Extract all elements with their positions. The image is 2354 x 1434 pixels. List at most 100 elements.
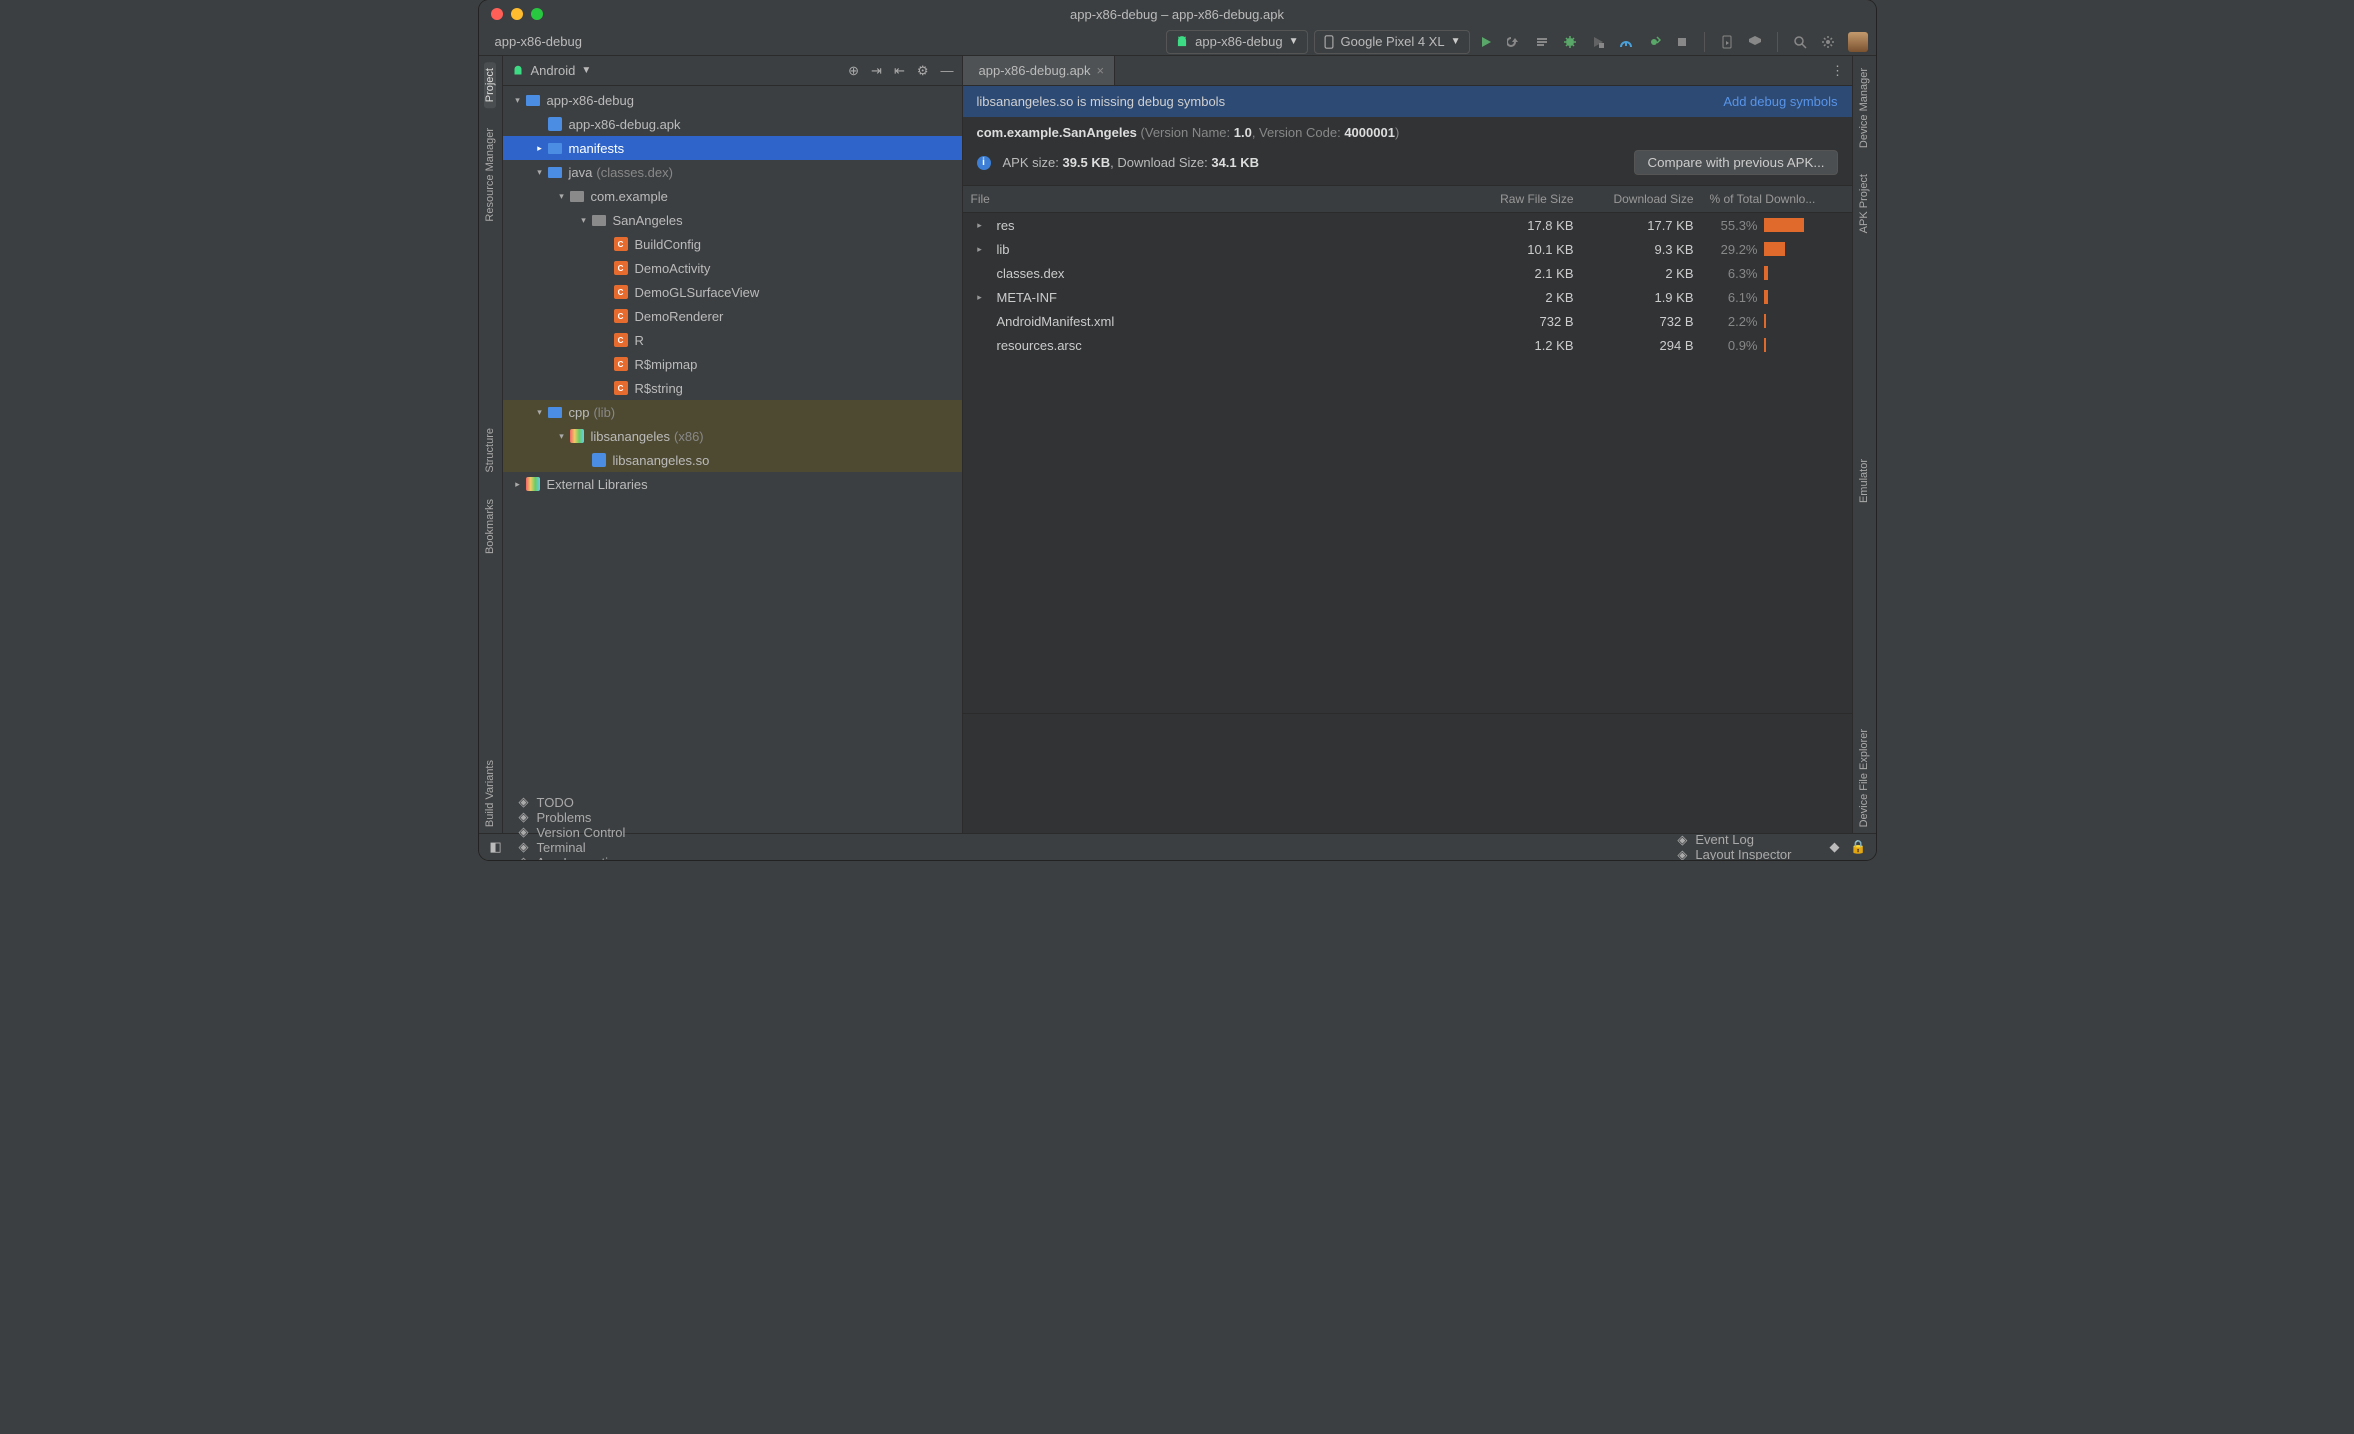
profile-button[interactable] bbox=[1618, 34, 1634, 50]
tree-item[interactable]: ▾java(classes.dex) bbox=[503, 160, 962, 184]
tree-item[interactable]: ▾libsanangeles(x86) bbox=[503, 424, 962, 448]
sync-button[interactable] bbox=[1719, 34, 1735, 50]
close-tab-button[interactable]: × bbox=[1097, 63, 1105, 78]
attach-debugger-button[interactable] bbox=[1646, 34, 1662, 50]
col-file[interactable]: File bbox=[963, 186, 1462, 212]
file-row[interactable]: ▸lib10.1 KB9.3 KB29.2% bbox=[963, 237, 1852, 261]
tool-window-emulator[interactable]: Emulator bbox=[1858, 453, 1870, 509]
tree-item[interactable]: ▸External Libraries bbox=[503, 472, 962, 496]
file-table-body[interactable]: ▸res17.8 KB17.7 KB55.3%▸lib10.1 KB9.3 KB… bbox=[963, 213, 1852, 713]
status-terminal[interactable]: ◈Terminal bbox=[517, 840, 626, 855]
tool-window-bookmarks[interactable]: Bookmarks bbox=[484, 493, 496, 560]
status-todo[interactable]: ◈TODO bbox=[517, 795, 626, 810]
file-row[interactable]: ▸META-INF2 KB1.9 KB6.1% bbox=[963, 285, 1852, 309]
tool-window-resource-manager[interactable]: Resource Manager bbox=[484, 122, 496, 228]
compare-apk-button[interactable]: Compare with previous APK... bbox=[1634, 150, 1837, 175]
tree-item[interactable]: CDemoActivity bbox=[503, 256, 962, 280]
warn-icon: ◈ bbox=[517, 810, 531, 824]
tool-window-build-variants[interactable]: Build Variants bbox=[484, 754, 496, 833]
coverage-button[interactable] bbox=[1590, 34, 1606, 50]
tree-item[interactable]: CR$mipmap bbox=[503, 352, 962, 376]
toolbar-actions bbox=[1478, 32, 1868, 52]
file-name: META-INF bbox=[997, 290, 1057, 305]
select-opened-file-button[interactable]: ⊕ bbox=[848, 63, 859, 79]
tree-item[interactable]: ▾com.example bbox=[503, 184, 962, 208]
apply-code-changes-button[interactable] bbox=[1534, 34, 1550, 50]
file-row[interactable]: AndroidManifest.xml732 B732 B2.2% bbox=[963, 309, 1852, 333]
col-percent[interactable]: % of Total Downlo... bbox=[1702, 186, 1852, 212]
project-tree[interactable]: ▾app-x86-debugapp-x86-debug.apk▸manifest… bbox=[503, 86, 962, 833]
account-avatar[interactable] bbox=[1848, 32, 1868, 52]
raw-size: 732 B bbox=[1462, 308, 1582, 335]
tree-item[interactable]: CDemoGLSurfaceView bbox=[503, 280, 962, 304]
tree-item-label: DemoRenderer bbox=[635, 309, 724, 324]
tool-window-structure[interactable]: Structure bbox=[484, 422, 496, 479]
col-raw-size[interactable]: Raw File Size bbox=[1462, 186, 1582, 212]
editor-tabs-more-button[interactable]: ⋮ bbox=[1824, 56, 1852, 85]
status-problems[interactable]: ◈Problems bbox=[517, 810, 626, 825]
status-layout-inspector[interactable]: ◈Layout Inspector bbox=[1675, 847, 1791, 860]
project-view-selector[interactable]: Android ▼ bbox=[511, 63, 592, 78]
tool-window-device-file-explorer[interactable]: Device File Explorer bbox=[1858, 723, 1870, 833]
col-download-size[interactable]: Download Size bbox=[1582, 186, 1702, 212]
tool-window-device-manager[interactable]: Device Manager bbox=[1858, 62, 1870, 154]
editor-tab[interactable]: app-x86-debug.apk × bbox=[963, 56, 1116, 85]
layout-icon: ◈ bbox=[1675, 848, 1689, 861]
java-class-icon: C bbox=[613, 308, 629, 324]
apply-changes-button[interactable] bbox=[1506, 34, 1522, 50]
tree-item[interactable]: app-x86-debug.apk bbox=[503, 112, 962, 136]
tree-item[interactable]: CR$string bbox=[503, 376, 962, 400]
percent-bar bbox=[1764, 290, 1824, 304]
file-row[interactable]: resources.arsc1.2 KB294 B0.9% bbox=[963, 333, 1852, 357]
tree-item[interactable]: ▸manifests bbox=[503, 136, 962, 160]
titlebar: app-x86-debug – app-x86-debug.apk bbox=[479, 0, 1876, 28]
avd-manager-button[interactable] bbox=[1747, 34, 1763, 50]
file-row[interactable]: classes.dex2.1 KB2 KB6.3% bbox=[963, 261, 1852, 285]
status-version-control[interactable]: ◈Version Control bbox=[517, 825, 626, 840]
java-class-icon: C bbox=[613, 260, 629, 276]
raw-size: 1.2 KB bbox=[1462, 332, 1582, 359]
tool-window-apk-project[interactable]: APK Project bbox=[1858, 168, 1870, 239]
tool-windows-button[interactable]: ◧ bbox=[489, 840, 503, 854]
status-app-inspection[interactable]: ◈App Inspection bbox=[517, 855, 626, 861]
tree-item-label: cpp bbox=[569, 405, 590, 420]
stop-button[interactable] bbox=[1674, 34, 1690, 50]
hide-panel-button[interactable]: — bbox=[941, 63, 954, 79]
breadcrumb[interactable]: app-x86-debug bbox=[491, 34, 582, 49]
maximize-window-button[interactable] bbox=[531, 8, 543, 20]
run-config-dropdown[interactable]: app-x86-debug ▼ bbox=[1166, 30, 1307, 54]
add-debug-symbols-link[interactable]: Add debug symbols bbox=[1723, 94, 1837, 109]
search-button[interactable] bbox=[1792, 34, 1808, 50]
tree-item[interactable]: CBuildConfig bbox=[503, 232, 962, 256]
binary-file-icon bbox=[591, 452, 607, 468]
java-class-icon: C bbox=[613, 284, 629, 300]
tree-item[interactable]: ▾SanAngeles bbox=[503, 208, 962, 232]
tree-item[interactable]: ▾app-x86-debug bbox=[503, 88, 962, 112]
collapse-all-button[interactable]: ⇤ bbox=[894, 63, 905, 79]
percent-bar bbox=[1764, 338, 1824, 352]
status-event-log[interactable]: ◈Event Log bbox=[1675, 832, 1791, 847]
apk-size-row: i APK size: 39.5 KB, Download Size: 34.1… bbox=[963, 144, 1852, 186]
tree-item[interactable]: libsanangeles.so bbox=[503, 448, 962, 472]
device-dropdown[interactable]: Google Pixel 4 XL ▼ bbox=[1314, 30, 1470, 54]
bug-icon: ◈ bbox=[517, 855, 531, 860]
file-name: res bbox=[997, 218, 1015, 233]
minimize-window-button[interactable] bbox=[511, 8, 523, 20]
ide-errors-button[interactable]: ◆ bbox=[1828, 840, 1842, 854]
run-button[interactable] bbox=[1478, 34, 1494, 50]
folder-icon bbox=[547, 404, 563, 420]
tree-item[interactable]: ▾cpp(lib) bbox=[503, 400, 962, 424]
library-icon bbox=[525, 476, 541, 492]
tree-item[interactable]: C DemoRenderer bbox=[503, 304, 962, 328]
debug-button[interactable] bbox=[1562, 34, 1578, 50]
lock-icon[interactable]: 🔒 bbox=[1852, 840, 1866, 854]
file-row[interactable]: ▸res17.8 KB17.7 KB55.3% bbox=[963, 213, 1852, 237]
branch-icon: ◈ bbox=[517, 825, 531, 839]
expand-all-button[interactable]: ⇥ bbox=[871, 63, 882, 79]
close-window-button[interactable] bbox=[491, 8, 503, 20]
percent-label: 6.1% bbox=[1710, 290, 1758, 305]
tree-item[interactable]: CR bbox=[503, 328, 962, 352]
tool-window-project[interactable]: Project bbox=[484, 62, 496, 108]
settings-button[interactable] bbox=[1820, 34, 1836, 50]
panel-settings-button[interactable]: ⚙ bbox=[917, 63, 929, 79]
